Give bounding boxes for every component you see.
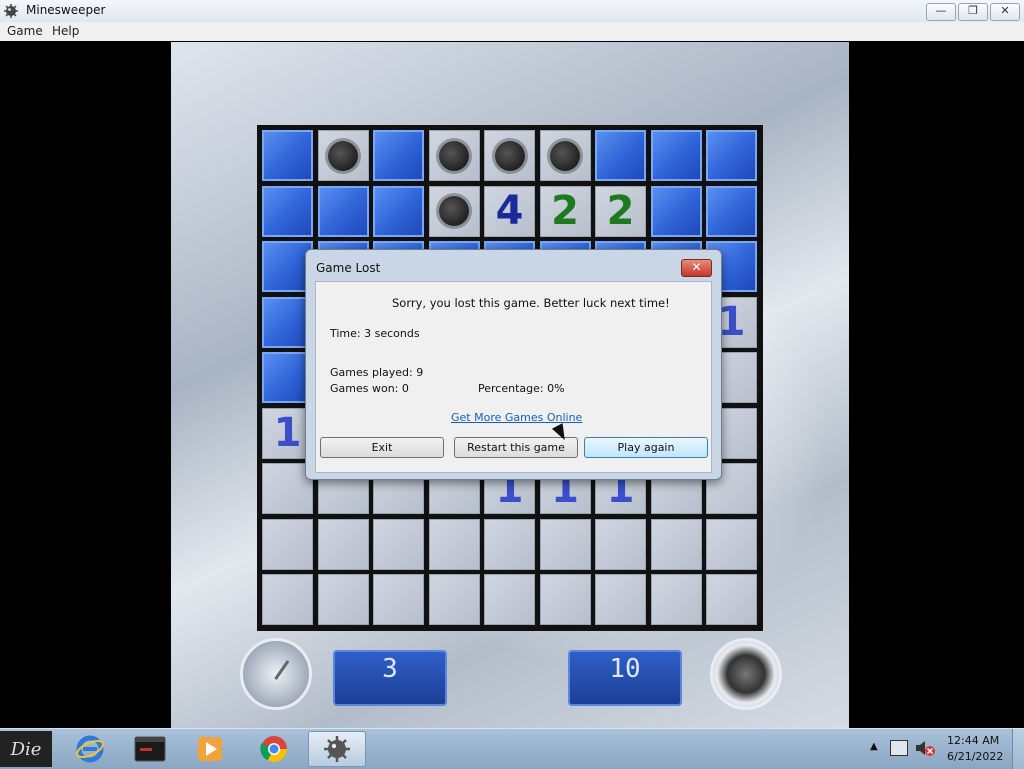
title-bar[interactable]: Minesweeper — ❐ ✕ bbox=[0, 0, 1024, 23]
clock-icon bbox=[240, 638, 312, 710]
empty-cell[interactable] bbox=[317, 574, 369, 625]
show-desktop-button[interactable] bbox=[1012, 729, 1024, 769]
empty-cell[interactable] bbox=[706, 518, 757, 570]
games-won-stat: Games won: 0 bbox=[330, 382, 409, 395]
number-cell[interactable]: 2 bbox=[595, 185, 646, 237]
clock-time[interactable]: 12:44 AM bbox=[947, 734, 999, 747]
internet-explorer-icon[interactable] bbox=[66, 731, 114, 767]
covered-cell[interactable] bbox=[262, 130, 313, 181]
minesweeper-window: Minesweeper — ❐ ✕ Game Help 42211111 3 1… bbox=[0, 0, 1024, 728]
covered-cell[interactable] bbox=[317, 185, 369, 237]
mine-cell[interactable] bbox=[428, 130, 480, 181]
get-more-games-link[interactable]: Get More Games Online bbox=[451, 411, 582, 424]
empty-cell[interactable] bbox=[595, 574, 646, 625]
taskbar: Die ▲ 12:44 AM 6/21/2022 bbox=[0, 728, 1024, 769]
network-icon[interactable] bbox=[890, 740, 908, 756]
media-player-icon[interactable] bbox=[186, 731, 234, 767]
covered-cell[interactable] bbox=[373, 130, 424, 181]
tray-expand-icon[interactable]: ▲ bbox=[870, 741, 878, 752]
covered-cell[interactable] bbox=[650, 185, 702, 237]
game-lost-dialog: Game Lost ✕ Sorry, you lost this game. B… bbox=[305, 249, 722, 480]
covered-cell[interactable] bbox=[595, 130, 646, 181]
empty-cell[interactable] bbox=[317, 518, 369, 570]
empty-cell[interactable] bbox=[428, 574, 480, 625]
time-stat: Time: 3 seconds bbox=[330, 327, 420, 340]
empty-cell[interactable] bbox=[262, 518, 313, 570]
minesweeper-app-icon bbox=[4, 4, 18, 18]
clock-date[interactable]: 6/21/2022 bbox=[947, 750, 1003, 763]
mine-cell[interactable] bbox=[539, 130, 591, 181]
covered-cell[interactable] bbox=[650, 130, 702, 181]
number-cell[interactable]: 4 bbox=[484, 185, 535, 237]
terminal-icon[interactable] bbox=[126, 731, 174, 767]
mine-icon bbox=[710, 638, 782, 710]
volume-muted-icon[interactable] bbox=[914, 739, 936, 757]
empty-cell[interactable] bbox=[539, 518, 591, 570]
time-counter: 3 bbox=[333, 650, 447, 706]
minimize-button[interactable]: — bbox=[926, 3, 956, 21]
menu-help[interactable]: Help bbox=[52, 24, 79, 38]
games-played-stat: Games played: 9 bbox=[330, 366, 424, 379]
dialog-close-button[interactable]: ✕ bbox=[681, 259, 712, 277]
empty-cell[interactable] bbox=[650, 574, 702, 625]
empty-cell[interactable] bbox=[373, 574, 424, 625]
play-again-button[interactable]: Play again bbox=[584, 437, 708, 458]
mines-counter: 10 bbox=[568, 650, 682, 706]
mine-cell[interactable] bbox=[428, 185, 480, 237]
dialog-title: Game Lost bbox=[316, 261, 381, 275]
empty-cell[interactable] bbox=[706, 574, 757, 625]
covered-cell[interactable] bbox=[706, 185, 757, 237]
covered-cell[interactable] bbox=[706, 130, 757, 181]
minesweeper-icon[interactable] bbox=[308, 731, 366, 767]
mine-cell[interactable] bbox=[317, 130, 369, 181]
exit-button[interactable]: Exit bbox=[320, 437, 444, 458]
empty-cell[interactable] bbox=[484, 518, 535, 570]
dialog-message: Sorry, you lost this game. Better luck n… bbox=[392, 296, 670, 310]
empty-cell[interactable] bbox=[539, 574, 591, 625]
chrome-icon[interactable] bbox=[250, 731, 298, 767]
empty-cell[interactable] bbox=[428, 518, 480, 570]
covered-cell[interactable] bbox=[373, 185, 424, 237]
covered-cell[interactable] bbox=[262, 185, 313, 237]
mine-cell[interactable] bbox=[484, 130, 535, 181]
start-button[interactable]: Die bbox=[0, 731, 52, 767]
close-button[interactable]: ✕ bbox=[990, 3, 1020, 21]
window-title: Minesweeper bbox=[26, 3, 106, 17]
empty-cell[interactable] bbox=[262, 574, 313, 625]
dialog-body: Sorry, you lost this game. Better luck n… bbox=[315, 281, 712, 473]
menu-game[interactable]: Game bbox=[7, 24, 43, 38]
percentage-stat: Percentage: 0% bbox=[478, 382, 565, 395]
empty-cell[interactable] bbox=[650, 518, 702, 570]
empty-cell[interactable] bbox=[373, 518, 424, 570]
empty-cell[interactable] bbox=[484, 574, 535, 625]
empty-cell[interactable] bbox=[595, 518, 646, 570]
maximize-button[interactable]: ❐ bbox=[958, 3, 988, 21]
number-cell[interactable]: 2 bbox=[539, 185, 591, 237]
menu-bar: Game Help bbox=[0, 22, 1024, 41]
